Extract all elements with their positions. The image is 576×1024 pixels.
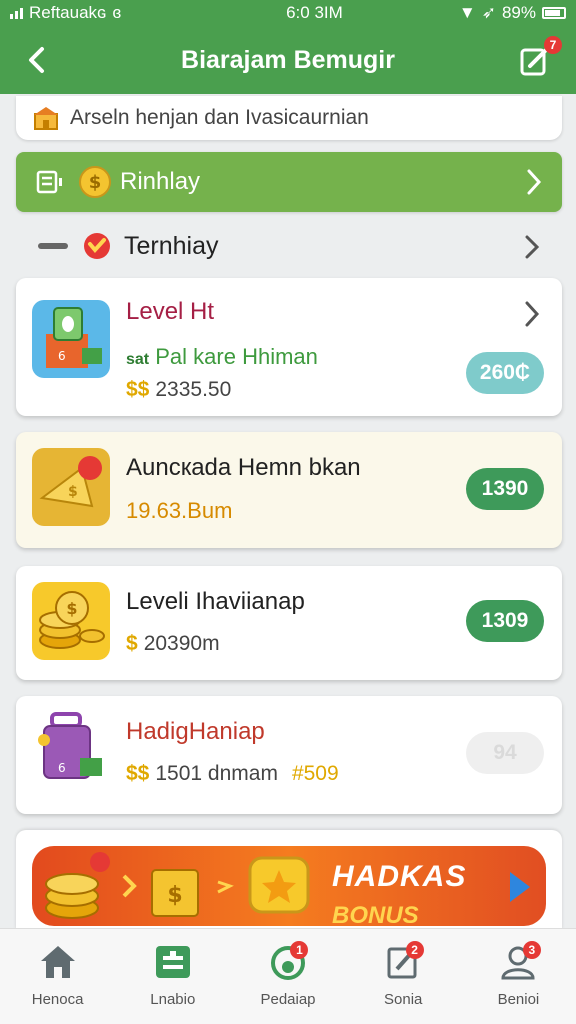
coins-icon: $$ xyxy=(126,762,150,785)
bonus-subtitle: BONUS xyxy=(332,902,419,926)
wallet-icon xyxy=(155,946,190,978)
reward-card-1[interactable]: 6 Level Ht sat Pal kare Hhiman $$ 2335.5… xyxy=(16,278,562,416)
play-arrow-icon xyxy=(510,872,530,902)
shop-icon xyxy=(34,107,58,130)
claim-button-1[interactable]: 260₵ xyxy=(466,352,544,394)
home-icon xyxy=(40,946,75,978)
notification-badge: 2 xyxy=(405,941,424,959)
collapse-icon xyxy=(38,243,68,249)
reward-card-3[interactable]: $ Leveli Ihaviianap $ 20390m 1309 xyxy=(16,566,562,680)
location-icon: ➶ xyxy=(481,3,496,22)
card-amount: $$ 2335.50 xyxy=(126,378,232,401)
tab-wallet[interactable]: Lnabio xyxy=(115,929,230,1024)
bottom-tab-bar: Henoca Lnabio 1 Pedaiap 2 Sonia 3 Benioi xyxy=(0,928,576,1024)
coin-icon: $ xyxy=(126,632,138,655)
svg-text:$: $ xyxy=(89,172,102,193)
svg-text:$: $ xyxy=(68,484,78,500)
tab-home[interactable]: Henoca xyxy=(0,929,115,1024)
claim-button-4[interactable]: 94 xyxy=(466,732,544,774)
claim-button-2[interactable]: 1390 xyxy=(466,468,544,510)
claim-button-3[interactable]: 1309 xyxy=(466,600,544,642)
badge-icon xyxy=(84,233,110,259)
app-header: Biarajam Bemugir 7 xyxy=(0,26,576,94)
suitcase-icon: 6 xyxy=(32,710,110,788)
reward-card-4[interactable]: 6 HadigHaniap $$ 1501 dnmam #509 94 xyxy=(16,696,562,814)
card-amount: $$ 1501 dnmam #509 xyxy=(126,762,339,785)
reward-card-2[interactable]: $ Auncкada Hemn bkan 19.63.Bum 1390 xyxy=(16,432,562,548)
tab-profile[interactable]: 3 Benioi xyxy=(461,929,576,1024)
list-icon xyxy=(36,170,62,194)
chevron-right-icon xyxy=(525,235,540,259)
tab-label: Pedaiap xyxy=(260,991,316,1008)
card-title: Leveli Ihaviianap xyxy=(126,588,305,615)
rinhlay-label: Rinhlay xyxy=(120,168,201,195)
card-subtitle: sat Pal kare Hhiman xyxy=(126,344,318,369)
coin-stack-icon: $ xyxy=(32,582,110,660)
page-title: Biarajam Bemugir xyxy=(181,45,395,74)
chevron-left-icon xyxy=(29,47,44,73)
tab-rewards[interactable]: 1 Pedaiap xyxy=(230,929,345,1024)
tab-label: Sonia xyxy=(384,991,423,1008)
bonus-illustration-icon: $ xyxy=(45,852,310,919)
bonus-title: HADKAS xyxy=(332,860,467,893)
section-header[interactable]: Ternhiay xyxy=(16,222,562,270)
wifi-icon: ▼ xyxy=(458,3,476,22)
status-bar: Reftauakɢ ɞ 6:0 3IM ▼ ➶ 89% xyxy=(0,0,576,26)
svg-text:$: $ xyxy=(66,599,77,618)
card-title: Auncкada Hemn bkan xyxy=(126,454,361,481)
chevron-right-icon xyxy=(525,301,540,327)
bonus-banner[interactable]: $ HADKAS BONUS xyxy=(32,846,546,926)
chevron-right-icon xyxy=(527,169,542,195)
tab-label: Henoca xyxy=(31,991,84,1008)
status-time: 6:0 3IM xyxy=(286,3,343,22)
rinhlay-row[interactable]: $ Rinhlay xyxy=(16,152,562,212)
notification-badge: 3 xyxy=(522,941,541,959)
notification-badge: 7 xyxy=(544,36,562,54)
notice-banner[interactable]: Arseln henjan dan Ivasicaurnian xyxy=(16,96,562,140)
card-subtitle: 19.63.Bum xyxy=(126,498,233,523)
tab-tasks[interactable]: 2 Sonia xyxy=(346,929,461,1024)
notice-text: Arseln henjan dan Ivasicaurnian xyxy=(70,106,369,129)
svg-text:6: 6 xyxy=(58,761,66,775)
gift-box-icon: 6 xyxy=(32,300,110,378)
coin-icon: $ xyxy=(79,166,111,198)
back-button[interactable] xyxy=(18,40,54,80)
edit-button[interactable]: 7 xyxy=(518,36,562,80)
tab-label: Lnabio xyxy=(150,991,196,1008)
coins-icon: $$ xyxy=(126,378,150,401)
signal-icon xyxy=(10,7,23,19)
tab-label: Benioi xyxy=(497,991,540,1008)
ticket-icon: $ xyxy=(32,448,110,526)
battery-percent: 89% xyxy=(501,3,536,22)
card-title: HadigHaniap xyxy=(126,718,265,745)
card-title: Level Ht xyxy=(126,298,215,325)
svg-text:6: 6 xyxy=(58,349,66,363)
carrier-label: Reftauakɢ xyxy=(29,3,107,22)
svg-text:$: $ xyxy=(167,883,182,908)
section-label: Ternhiay xyxy=(124,231,219,260)
card-amount: $ 20390m xyxy=(126,632,220,655)
battery-icon xyxy=(542,7,566,19)
sync-icon: ɞ xyxy=(112,3,122,22)
